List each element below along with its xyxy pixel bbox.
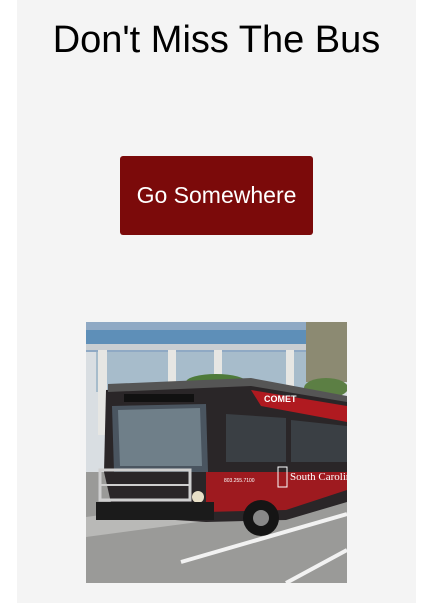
bus-phone-text: 803.255.7100 [224, 478, 255, 484]
bus-brand-text: COMET [264, 394, 297, 404]
page-container: Don't Miss The Bus Go Somewhere COMET So… [17, 0, 416, 603]
bus-photo: COMET South Carolina 803.255.7100 [86, 322, 347, 583]
go-somewhere-button[interactable]: Go Somewhere [120, 156, 313, 235]
bus-illustration: COMET South Carolina 803.255.7100 [86, 322, 347, 583]
page-title: Don't Miss The Bus [52, 19, 381, 61]
bus-side-text: South Carolina [290, 471, 347, 483]
